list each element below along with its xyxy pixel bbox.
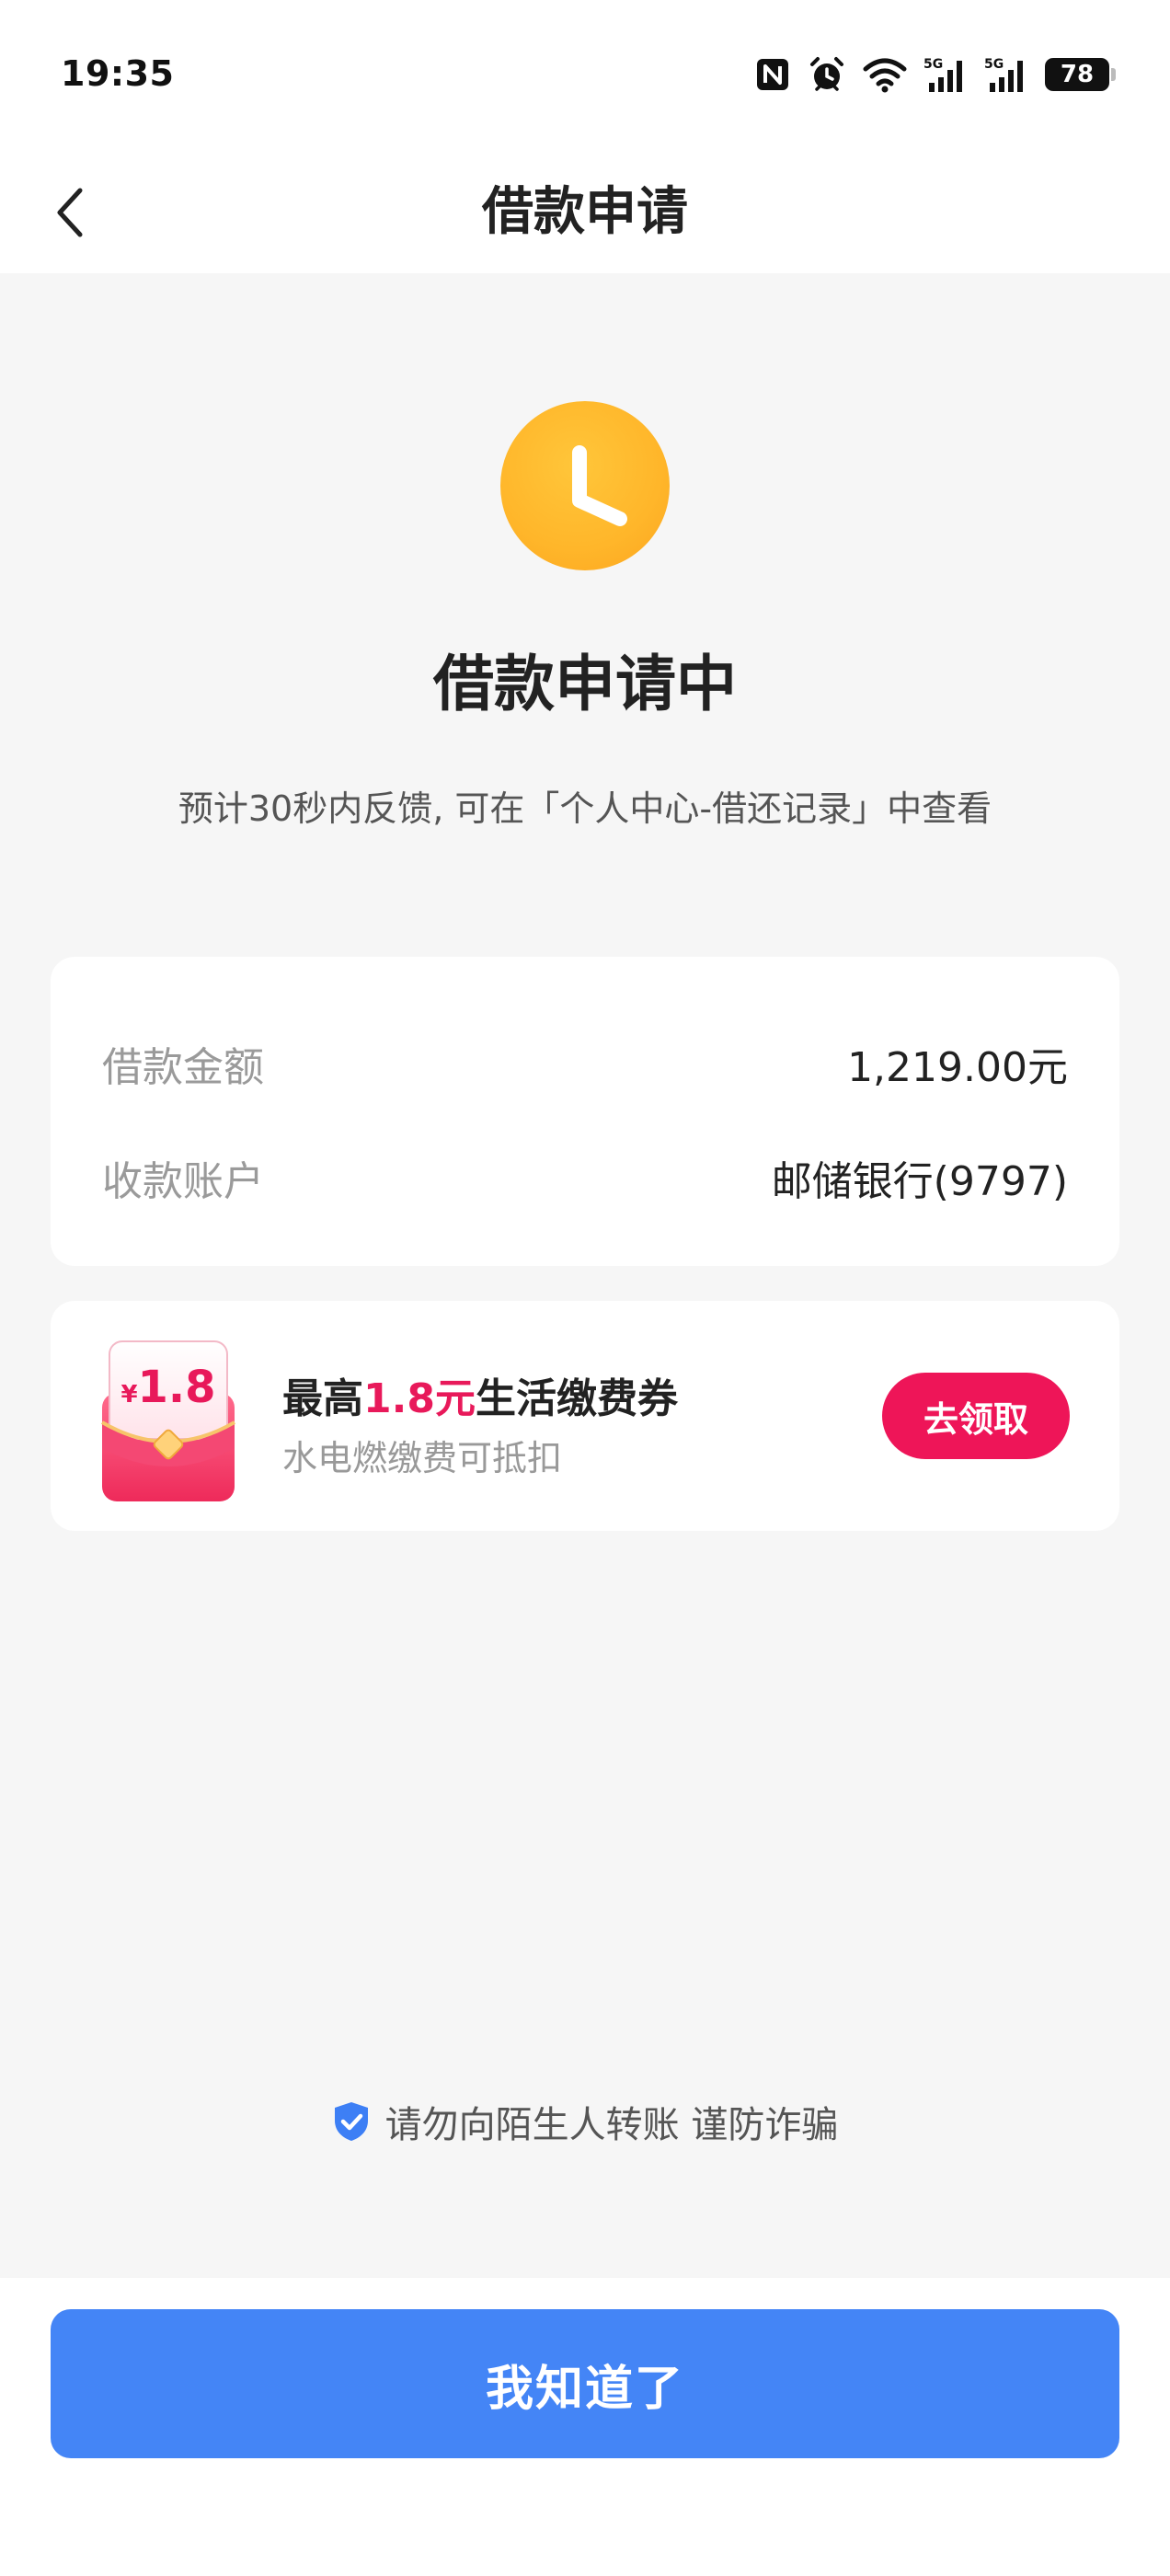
status-subtitle: 预计30秒内反馈, 可在「个人中心-借还记录」中查看 xyxy=(178,788,992,829)
5g-signal-icon: 5G xyxy=(923,57,962,92)
svg-text:5G: 5G xyxy=(984,57,1004,72)
fraud-notice: 请勿向陌生人转账 谨防诈骗 xyxy=(0,2094,1170,2149)
coupon-amount: 1.8 xyxy=(138,1362,216,1413)
nav-bar: 借款申请 xyxy=(0,152,1170,273)
promo-title-prefix: 最高 xyxy=(282,1375,363,1422)
promo-title-suffix: 生活缴费券 xyxy=(475,1375,678,1422)
loan-amount-row: 借款金额 1,219.00元 xyxy=(102,1036,1068,1091)
coupon-currency: ¥ xyxy=(120,1381,137,1409)
receiving-account-value: 邮储银行(9797) xyxy=(771,1158,1068,1205)
bottom-bar: 我知道了 xyxy=(0,2278,1170,2576)
promo-title: 最高1.8元生活缴费券 xyxy=(282,1365,678,1424)
wifi-icon xyxy=(863,58,907,93)
receiving-account-row: 收款账户 邮储银行(9797) xyxy=(102,1150,1068,1205)
svg-text:5G: 5G xyxy=(923,57,943,72)
alarm-icon xyxy=(810,57,843,91)
fraud-notice-text: 请勿向陌生人转账 谨防诈骗 xyxy=(384,2104,839,2146)
battery-level: 78 xyxy=(1060,61,1095,88)
receiving-account-label: 收款账户 xyxy=(102,1158,264,1205)
page-title: 借款申请 xyxy=(482,182,688,242)
promo-title-highlight: 1.8元 xyxy=(363,1375,476,1422)
app-screen: 19:35 5G 5G 78 借款申请 借款申请中 预计30秒内反馈, 可在「个… xyxy=(0,0,1170,2576)
status-icons: 5G 5G 78 xyxy=(754,53,1116,96)
loan-amount-label: 借款金额 xyxy=(102,1044,264,1091)
loan-info-card: 借款金额 1,219.00元 收款账户 邮储银行(9797) xyxy=(51,957,1119,1266)
status-time: 19:35 xyxy=(61,53,175,94)
5g-signal-icon: 5G xyxy=(984,57,1023,92)
got-it-button[interactable]: 我知道了 xyxy=(51,2309,1119,2458)
nfc-icon xyxy=(757,59,788,90)
red-envelope-icon: ¥1.8 xyxy=(97,1338,240,1505)
clock-icon xyxy=(500,401,670,570)
status-bar: 19:35 5G 5G 78 xyxy=(0,0,1170,152)
coupon-promo-card[interactable]: ¥1.8 最高1.8元生活缴费券 水电燃缴费可抵扣 去领取 xyxy=(51,1301,1119,1531)
battery-icon: 78 xyxy=(1045,58,1116,91)
loan-amount-value: 1,219.00元 xyxy=(847,1044,1068,1091)
promo-subtitle: 水电燃缴费可抵扣 xyxy=(282,1438,563,1478)
claim-coupon-button[interactable]: 去领取 xyxy=(882,1373,1070,1459)
shield-check-icon xyxy=(334,2102,368,2141)
status-title: 借款申请中 xyxy=(433,649,737,719)
